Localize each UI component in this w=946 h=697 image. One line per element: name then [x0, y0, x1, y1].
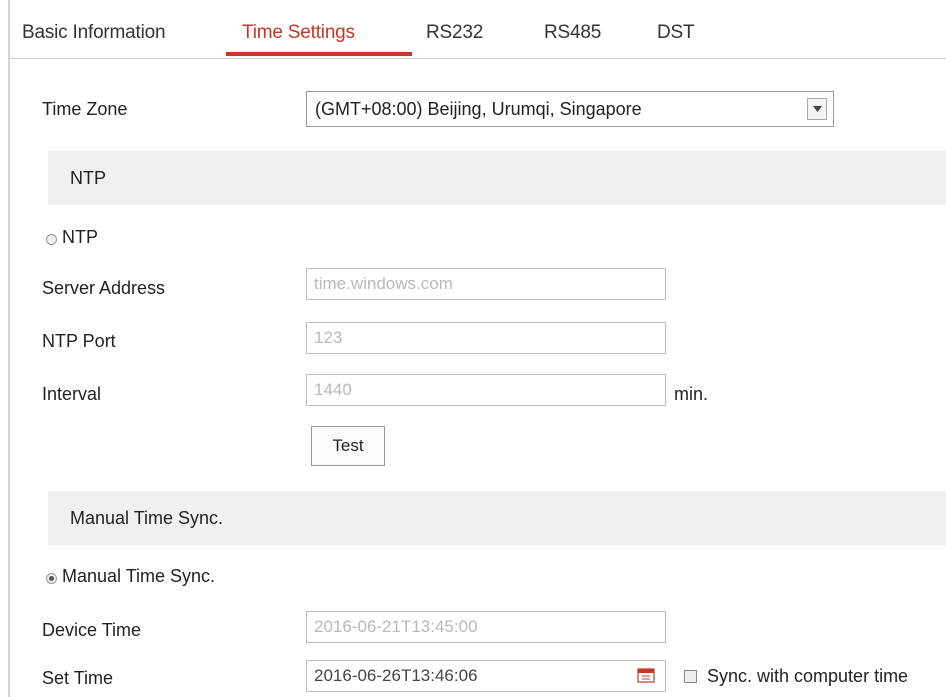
tab-rs232[interactable]: RS232: [426, 22, 483, 44]
interval-label: Interval: [42, 384, 102, 404]
device-time-label: Device Time: [42, 620, 142, 640]
server-address-input[interactable]: time.windows.com: [306, 268, 666, 300]
calendar-icon[interactable]: [637, 667, 655, 683]
tab-bar: Basic Information Time Settings RS232 RS…: [10, 0, 946, 59]
test-button[interactable]: Test: [311, 426, 385, 466]
time-zone-value: (GMT+08:00) Beijing, Urumqi, Singapore: [315, 99, 642, 119]
ntp-section-header: NTP: [48, 151, 946, 205]
ntp-port-input[interactable]: 123: [306, 322, 666, 354]
ntp-port-label: NTP Port: [42, 331, 116, 351]
interval-input[interactable]: 1440: [306, 374, 666, 406]
interval-unit: min.: [674, 384, 709, 404]
manual-sync-section-title: Manual Time Sync.: [70, 508, 224, 528]
sync-computer-time-checkbox[interactable]: [684, 670, 697, 683]
active-tab-indicator: [226, 52, 412, 56]
manual-sync-radio[interactable]: [46, 573, 57, 584]
set-time-label: Set Time: [42, 668, 114, 688]
device-time-field: 2016-06-21T13:45:00: [306, 611, 666, 643]
time-zone-label: Time Zone: [42, 99, 128, 119]
dropdown-arrow-icon[interactable]: [807, 98, 827, 120]
sync-computer-time-label: Sync. with computer time: [707, 666, 909, 686]
tab-basic-information[interactable]: Basic Information: [22, 22, 166, 44]
manual-sync-section-header: Manual Time Sync.: [48, 491, 946, 545]
ntp-radio[interactable]: [46, 234, 57, 245]
ntp-radio-label: NTP: [62, 227, 98, 247]
server-address-label: Server Address: [42, 278, 166, 298]
time-zone-select[interactable]: (GMT+08:00) Beijing, Urumqi, Singapore: [306, 91, 834, 127]
ntp-section-title: NTP: [70, 168, 106, 188]
tab-rs485[interactable]: RS485: [544, 22, 601, 44]
manual-sync-radio-label: Manual Time Sync.: [62, 566, 216, 586]
tab-time-settings[interactable]: Time Settings: [242, 22, 355, 44]
set-time-input[interactable]: 2016-06-26T13:46:06: [306, 660, 666, 692]
tab-dst[interactable]: DST: [657, 22, 695, 44]
